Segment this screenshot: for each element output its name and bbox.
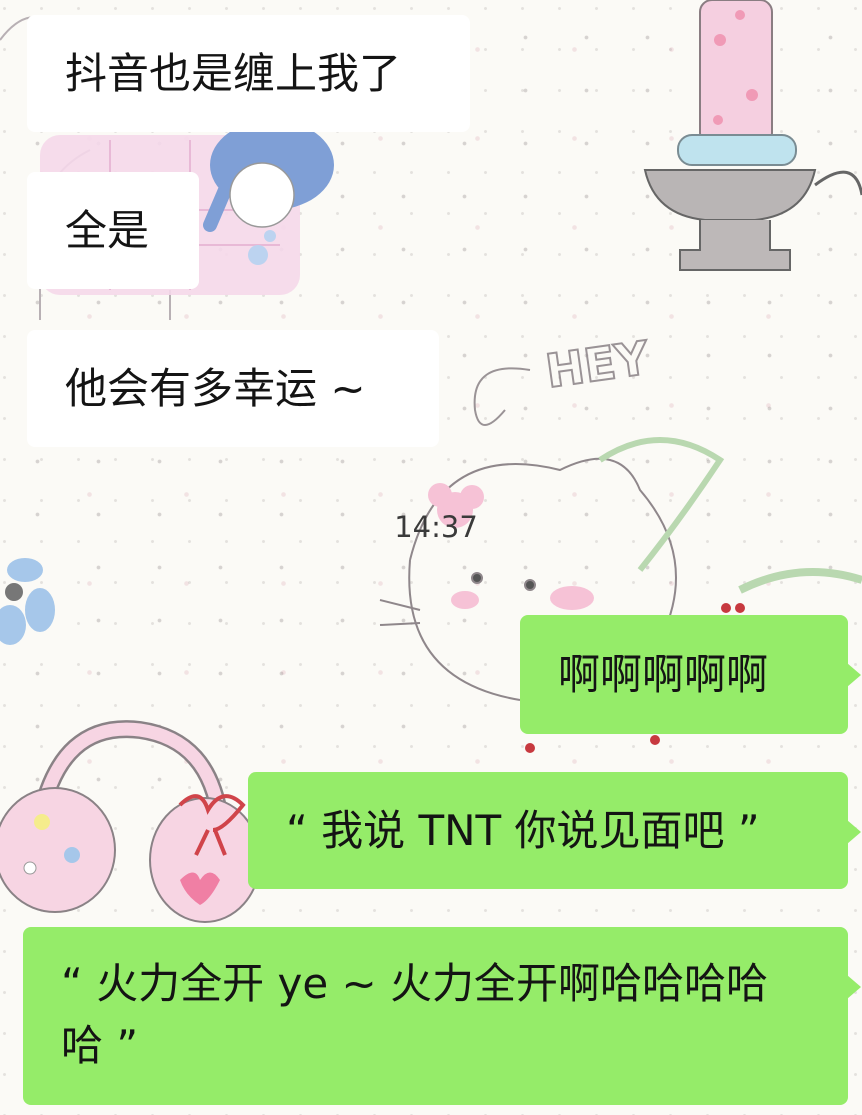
flower-doodle	[0, 558, 55, 645]
message-text: 抖音也是缠上我了	[65, 48, 402, 98]
message-text: “ 我说 TNT 你说见面吧 ”	[286, 805, 760, 855]
incoming-message[interactable]: 他会有多幸运 ~	[27, 330, 439, 447]
candle-doodle	[643, 0, 862, 271]
message-text: 他会有多幸运 ~	[65, 363, 366, 413]
outgoing-message[interactable]: “ 我说 TNT 你说见面吧 ”	[248, 772, 861, 889]
incoming-message[interactable]: 全是	[27, 172, 199, 289]
outgoing-message[interactable]: 啊啊啊啊啊	[520, 615, 861, 734]
message-text: 啊啊啊啊啊	[558, 649, 769, 699]
message-text: 全是	[65, 205, 150, 255]
message-text: “ 火力全开 ye ~ 火力全开啊哈哈哈哈哈 ”	[61, 959, 769, 1070]
earmuffs-doodle	[0, 720, 261, 923]
svg-text:HEY: HEY	[542, 330, 652, 398]
incoming-message[interactable]: 抖音也是缠上我了	[27, 15, 470, 132]
outgoing-message[interactable]: “ 火力全开 ye ~ 火力全开啊哈哈哈哈哈 ”	[23, 927, 861, 1105]
message-timestamp: 14:37	[394, 510, 478, 544]
